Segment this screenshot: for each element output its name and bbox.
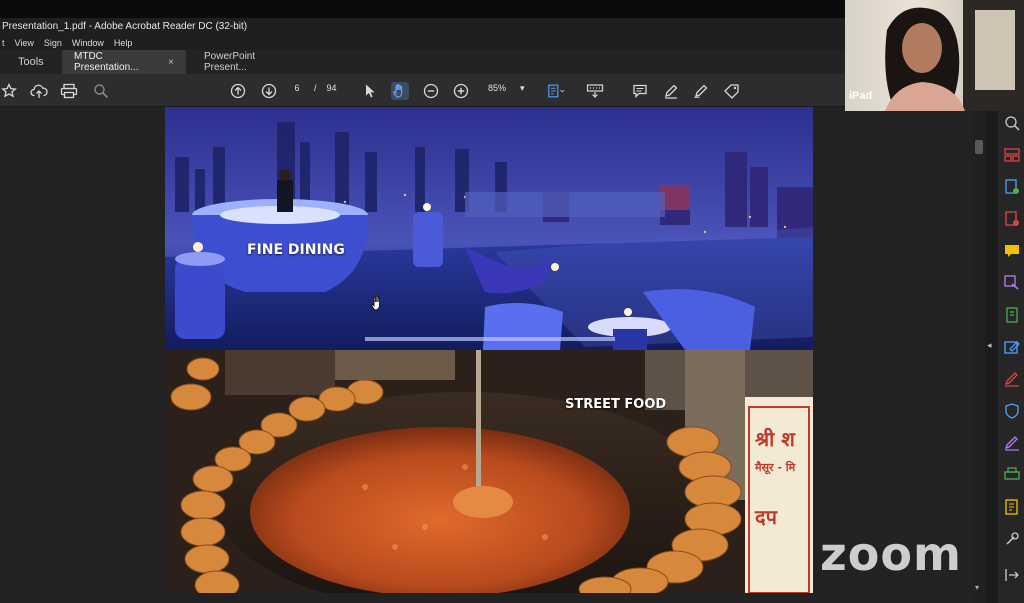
print-production-icon[interactable] — [1004, 467, 1020, 483]
fine-dining-caption: FINE DINING — [247, 242, 345, 258]
scroll-down-icon[interactable]: ▾ — [975, 583, 979, 592]
compress-pdf-icon[interactable] — [1004, 307, 1020, 323]
protect-shield-icon[interactable] — [1004, 403, 1020, 419]
zoom-in-icon[interactable] — [452, 82, 470, 100]
menu-item-window[interactable]: Window — [72, 36, 104, 50]
zoom-out-icon[interactable] — [422, 82, 440, 100]
street-food-photo — [165, 350, 813, 593]
hand-cursor-icon — [370, 294, 386, 317]
webcam-video-tile: iPad — [845, 0, 1024, 111]
tab-mtdc-presentation[interactable]: MTDC Presentation... × — [62, 50, 186, 74]
select-cursor-icon[interactable] — [361, 82, 379, 100]
chevron-down-icon: ▾ — [520, 83, 525, 93]
scrollbar-thumb[interactable] — [975, 140, 983, 154]
comment-icon[interactable] — [631, 82, 649, 100]
star-icon[interactable] — [0, 82, 18, 100]
send-for-comments-icon[interactable] — [1004, 499, 1020, 515]
toolbar: 6 / 94 85% ▾ — [0, 74, 845, 107]
screen-top-strip — [0, 0, 845, 18]
create-pdf-icon[interactable] — [1004, 211, 1020, 227]
tab-close-icon[interactable]: × — [168, 57, 174, 68]
menu-item-view[interactable]: View — [15, 36, 34, 50]
pdf-page[interactable]: FINE DINING STREET FOOD श्री श मैसूर - म… — [165, 107, 813, 593]
tab-powerpoint-presentation[interactable]: PowerPoint Present... — [186, 50, 310, 74]
tab-powerpoint-label: PowerPoint Present... — [204, 51, 256, 73]
hand-tool-icon[interactable] — [391, 82, 409, 100]
edit-pdf-icon[interactable] — [1004, 339, 1020, 355]
tab-tools[interactable]: Tools — [0, 50, 62, 74]
shop-sign-line-1: श्री श — [755, 427, 795, 451]
slide-image — [165, 107, 813, 593]
zoom-watermark: zoom — [820, 527, 962, 581]
zoom-level-dropdown[interactable]: 85% ▾ — [488, 83, 525, 94]
page-current-input[interactable]: 6 — [290, 83, 304, 93]
print-icon[interactable] — [60, 82, 78, 100]
page-separator: / — [314, 83, 317, 93]
highlight-pen-icon[interactable] — [662, 82, 680, 100]
zoom-level-value: 85% — [488, 83, 507, 93]
fill-sign-icon[interactable] — [1004, 371, 1020, 387]
webcam-participant-label: iPad — [849, 90, 873, 102]
menu-item-help[interactable]: Help — [114, 36, 133, 50]
page-indicator: 6 / 94 — [290, 83, 337, 93]
search-icon[interactable] — [92, 82, 110, 100]
window-title: Presentation_1.pdf - Adobe Acrobat Reade… — [2, 21, 248, 32]
menu-item-sign[interactable]: Sign — [44, 36, 62, 50]
draw-erase-icon[interactable] — [692, 82, 710, 100]
combine-files-icon[interactable] — [1004, 275, 1020, 291]
export-pdf-icon[interactable] — [1004, 179, 1020, 195]
street-food-caption: STREET FOOD — [565, 397, 667, 412]
fit-page-icon[interactable] — [547, 82, 565, 100]
page-total: 94 — [326, 83, 337, 93]
next-page-icon[interactable] — [260, 82, 278, 100]
fine-dining-photo — [165, 107, 813, 350]
tab-tools-label: Tools — [18, 56, 44, 68]
shop-sign-line-2: मैसूर - मि — [755, 461, 796, 474]
shop-sign: श्री श मैसूर - मि दप — [755, 425, 811, 530]
tab-bar: Tools MTDC Presentation... × PowerPoint … — [0, 50, 845, 74]
cloud-upload-icon[interactable] — [30, 82, 48, 100]
more-tools-icon[interactable] — [1004, 531, 1020, 547]
shop-sign-line-3: दप — [755, 505, 777, 529]
window-title-bar: Presentation_1.pdf - Adobe Acrobat Reade… — [0, 18, 845, 36]
menu-bar: t View Sign Window Help — [0, 36, 845, 50]
right-tools-panel — [998, 107, 1024, 603]
previous-page-icon[interactable] — [229, 82, 247, 100]
tab-mtdc-label: MTDC Presentation... — [74, 51, 139, 73]
organize-pages-icon[interactable] — [1004, 147, 1020, 163]
collapse-panel-icon[interactable]: ◂ — [987, 340, 992, 351]
zoom-search-icon[interactable] — [1004, 115, 1020, 131]
vertical-scrollbar[interactable]: ▾ — [973, 107, 985, 603]
comment-tool-icon[interactable] — [1004, 243, 1020, 259]
keyboard-icon[interactable] — [586, 82, 604, 100]
stamp-tag-icon[interactable] — [723, 82, 741, 100]
menu-item-file-partial[interactable]: t — [2, 36, 5, 50]
expand-panel-icon[interactable] — [1004, 567, 1020, 583]
request-signature-icon[interactable] — [1004, 435, 1020, 451]
